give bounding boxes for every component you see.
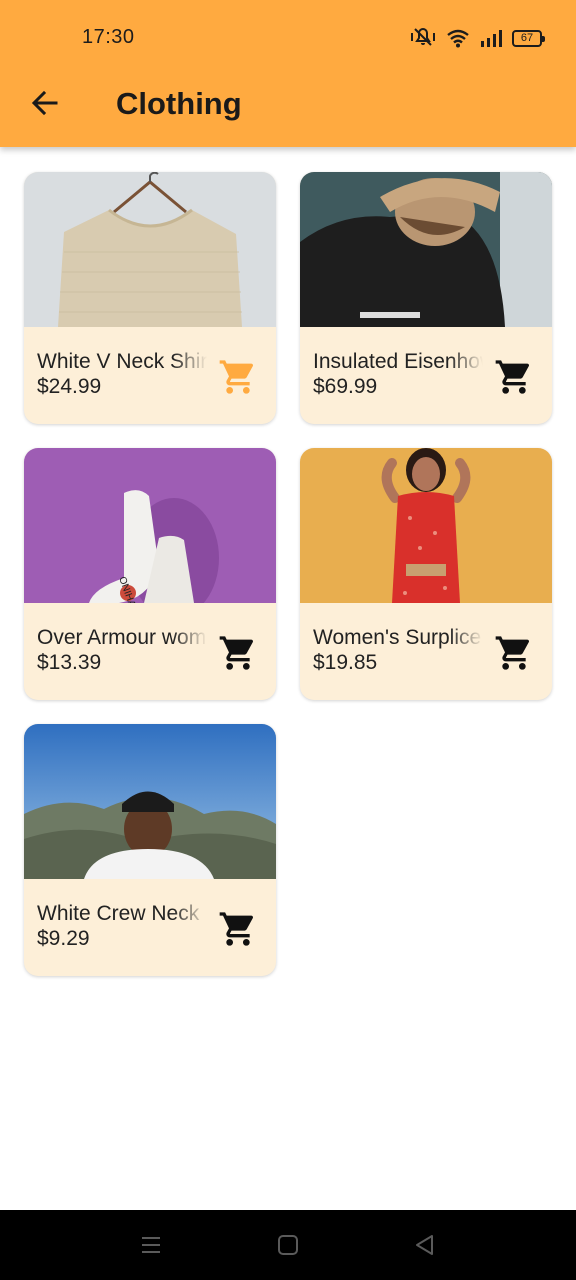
home-icon[interactable]	[275, 1232, 301, 1258]
product-info: Over Armour women $13.39	[24, 603, 276, 700]
product-image	[24, 172, 276, 327]
product-card[interactable]: Insulated Eisenhower $69.99	[300, 172, 552, 424]
product-price: $69.99	[313, 375, 378, 398]
status-icons: 67	[410, 26, 545, 50]
cart-icon[interactable]	[494, 633, 534, 673]
cart-icon[interactable]	[494, 357, 534, 397]
cart-icon[interactable]	[218, 633, 258, 673]
back-icon[interactable]	[412, 1232, 438, 1258]
wifi-icon	[446, 28, 470, 48]
product-name: White Crew Neck	[37, 902, 200, 925]
system-nav-bar	[0, 1210, 576, 1280]
app-bar: 17:30 67 Clothing	[0, 0, 576, 147]
mute-vibrate-icon	[410, 27, 436, 49]
signal-icon	[480, 29, 502, 47]
product-name: Women's Surplice	[313, 626, 482, 649]
menu-icon[interactable]	[138, 1232, 164, 1258]
product-card[interactable]: White Crew Neck $9.29	[24, 724, 276, 976]
product-image	[300, 448, 552, 603]
product-price: $24.99	[37, 375, 102, 398]
battery-icon: 67	[512, 29, 545, 47]
product-image	[24, 724, 276, 879]
product-price: $9.29	[37, 927, 90, 950]
status-time: 17:30	[82, 26, 135, 48]
product-card[interactable]: White V Neck Shirt $24.99	[24, 172, 276, 424]
product-info: White V Neck Shirt $24.99	[24, 327, 276, 424]
product-price: $19.85	[313, 651, 378, 674]
product-image	[300, 172, 552, 327]
product-name: Over Armour women	[37, 626, 207, 649]
product-price: $13.39	[37, 651, 102, 674]
page-title: Clothing	[116, 86, 242, 121]
product-name: Insulated Eisenhower	[313, 350, 483, 373]
product-card[interactable]: ONIHA Over Armour women $13.39	[24, 448, 276, 700]
product-image: ONIHA	[24, 448, 276, 603]
product-info: Women's Surplice $19.85	[300, 603, 552, 700]
arrow-back-icon[interactable]	[28, 86, 62, 120]
product-info: White Crew Neck $9.29	[24, 879, 276, 976]
cart-icon[interactable]	[218, 909, 258, 949]
product-info: Insulated Eisenhower $69.99	[300, 327, 552, 424]
product-card[interactable]: Women's Surplice $19.85	[300, 448, 552, 700]
cart-icon[interactable]	[218, 357, 258, 397]
product-name: White V Neck Shirt	[37, 350, 207, 373]
